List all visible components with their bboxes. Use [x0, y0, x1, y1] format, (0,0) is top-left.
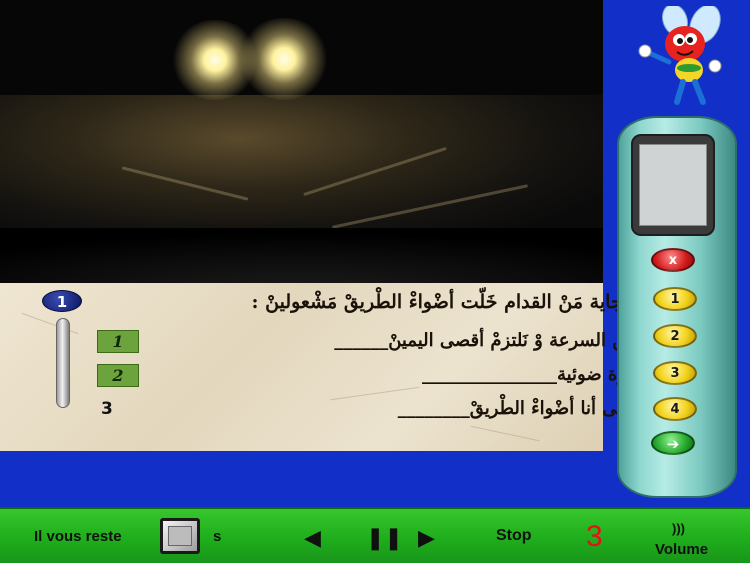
remote-answer-3-button[interactable]: 3	[653, 361, 697, 385]
previous-icon[interactable]: ◀	[304, 526, 321, 551]
seconds-unit: s	[213, 528, 222, 545]
bee-mascot-icon	[638, 6, 722, 105]
remote-answer-1-button[interactable]: 1	[653, 287, 697, 311]
answer-2-label: 2	[97, 364, 139, 387]
headlight-right	[238, 18, 330, 100]
answer-1-label: 1	[97, 330, 139, 353]
answer-3-label: 3	[101, 399, 113, 419]
time-remaining-label: Il vous reste	[34, 528, 122, 545]
volume-button[interactable]: Volume	[655, 541, 708, 558]
remote-cancel-button[interactable]: x	[651, 248, 695, 272]
remote-answer-4-button[interactable]: 4	[653, 397, 697, 421]
car-dashboard	[0, 228, 603, 283]
question-counter: 3	[586, 520, 603, 553]
timer-display	[160, 518, 200, 554]
remote-screen	[631, 134, 715, 236]
pause-icon[interactable]: ❚❚	[366, 526, 403, 551]
question-scroll-slider[interactable]	[56, 318, 70, 408]
question-scene-image	[0, 0, 603, 283]
remote-validate-button[interactable]: ➔	[651, 431, 695, 455]
volume-icon[interactable]: )))	[672, 521, 685, 536]
stop-button[interactable]: Stop	[496, 527, 532, 545]
question-number-badge: 1	[42, 290, 82, 312]
remote-answer-2-button[interactable]: 2	[653, 324, 697, 348]
next-icon[interactable]: ▶	[418, 526, 435, 551]
